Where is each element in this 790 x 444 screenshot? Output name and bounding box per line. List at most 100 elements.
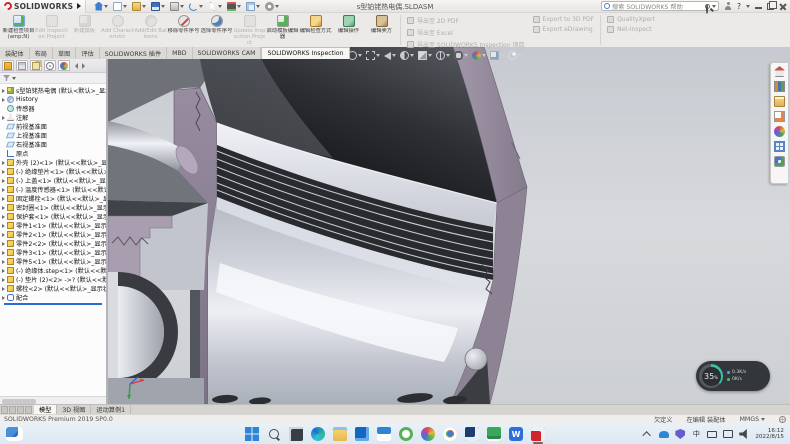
dropdown-arrow-icon[interactable] <box>446 54 450 57</box>
ribbon-button[interactable]: 编辑检查方式 <box>299 13 332 47</box>
new-document-icon[interactable] <box>113 2 122 11</box>
monitor-icon[interactable] <box>723 430 733 438</box>
search-box[interactable]: 搜索 SOLIDWORKS 帮助 <box>601 1 719 11</box>
search-scope-icon[interactable] <box>604 3 610 9</box>
dropdown-arrow-icon[interactable] <box>123 5 127 8</box>
selection-filter-icon[interactable] <box>227 2 236 11</box>
displaymanager-tab[interactable] <box>58 60 70 71</box>
notes-app-icon[interactable] <box>487 427 501 441</box>
document-tab[interactable]: 运动算例1 <box>91 405 131 414</box>
dropdown-arrow-icon[interactable] <box>256 5 260 8</box>
solidworks-forum-icon[interactable] <box>774 156 785 167</box>
dropdown-arrow-icon[interactable] <box>180 5 184 8</box>
ribbon-tab[interactable]: MBD <box>167 47 192 59</box>
export-button[interactable]: Export eDrawing <box>533 26 595 33</box>
custom-properties-icon[interactable] <box>774 141 785 152</box>
tree-item[interactable]: 螺栓<2> (默认<<默认>_显示状态 <box>2 284 106 293</box>
ribbon-button[interactable]: Update Inspection Project <box>233 13 266 47</box>
tree-item[interactable]: 保护套<1> (默认<<默认>_显示状 <box>2 212 106 221</box>
home-icon[interactable] <box>94 2 103 11</box>
tree-item[interactable]: 配合 <box>2 293 106 302</box>
apply-scene-icon[interactable] <box>490 51 499 60</box>
dropdown-arrow-icon[interactable] <box>410 54 414 57</box>
performance-widget[interactable]: 35% 0.3K/s 0K/s <box>696 361 770 391</box>
quality-button[interactable]: QualityXpert <box>607 16 655 23</box>
ribbon-button[interactable]: 启动模板编辑器 <box>266 13 299 47</box>
tab-scroll-right-icon[interactable] <box>82 63 85 69</box>
tree-item[interactable]: 零件1<1> (默认<<默认>_显示状态 <box>2 221 106 230</box>
search-input[interactable]: 搜索 SOLIDWORKS 帮助 <box>612 2 703 11</box>
tab-nav-prev-icon[interactable] <box>9 406 16 414</box>
store-icon[interactable] <box>377 427 391 441</box>
ime-icon[interactable]: 中 <box>691 429 701 439</box>
dropdown-arrow-icon[interactable] <box>104 5 108 8</box>
search-icon[interactable] <box>705 4 710 9</box>
tree-item[interactable]: 前视基准面 <box>2 122 106 131</box>
tree-item[interactable]: 密封圈<1> (默认<<默认>_显示状 <box>2 203 106 212</box>
file-explorer-tp-icon[interactable] <box>774 96 785 107</box>
ribbon-button[interactable]: Edit Inspection Project <box>35 13 68 47</box>
fastener-head[interactable] <box>465 348 487 370</box>
export-button[interactable]: Export to 3D PDF <box>533 16 595 23</box>
ribbon-button[interactable]: 新建检查项目 (amp;N) <box>2 13 35 47</box>
menu-expand-arrow-icon[interactable] <box>77 3 81 9</box>
design-library-icon[interactable] <box>774 81 785 92</box>
ribbon-tab[interactable]: SOLIDWORKS CAM <box>193 47 262 59</box>
solidworks-app-icon[interactable] <box>531 427 545 441</box>
tray-chevron-icon[interactable] <box>643 429 653 439</box>
dropdown-arrow-icon[interactable] <box>464 54 468 57</box>
tree-item[interactable]: 零件2<1> (默认<<默认>_显示状态 <box>2 230 106 239</box>
tree-item[interactable]: (-) 温度传感器<1> (默认<<默认>_ <box>2 185 106 194</box>
export-button[interactable]: 导出至 SOLIDWORKS Inspection 项目 <box>407 40 525 49</box>
dropdown-arrow-icon[interactable] <box>500 54 504 57</box>
print-icon[interactable] <box>170 2 179 11</box>
widgets-icon[interactable] <box>6 427 23 441</box>
dimxpert-tab[interactable] <box>44 60 56 71</box>
ribbon-tab[interactable]: SOLIDWORKS 插件 <box>100 47 167 59</box>
ribbon-tab[interactable]: 评估 <box>76 47 99 59</box>
security-icon[interactable] <box>675 429 685 439</box>
tab-nav-last-icon[interactable] <box>25 406 32 414</box>
units-dropdown-icon[interactable] <box>761 418 765 421</box>
file-explorer-icon[interactable] <box>333 427 347 441</box>
quality-button[interactable]: Net-Inspect <box>607 26 655 33</box>
tree-item[interactable]: 零件3<1> (默认<<默认>_显示状态 <box>2 248 106 257</box>
filter-dropdown-icon[interactable] <box>12 77 16 80</box>
options-icon[interactable] <box>265 2 274 11</box>
document-tab[interactable]: 3D 视图 <box>57 405 91 414</box>
tree-item[interactable]: 上视基准面 <box>2 131 106 140</box>
search-dropdown-icon[interactable] <box>712 5 716 8</box>
ribbon-button[interactable]: 编辑操作 <box>332 13 365 47</box>
onedrive-icon[interactable] <box>659 431 669 438</box>
export-button[interactable]: 导出至 Excel <box>407 28 525 37</box>
appearances-scenes-icon[interactable] <box>774 126 785 137</box>
tab-nav-first-icon[interactable] <box>1 406 8 414</box>
tree-item[interactable]: (-) 绝缘垫片<1> (默认<<默认>_显 <box>2 167 106 176</box>
help-button[interactable]: ? <box>737 2 741 11</box>
tree-horizontal-scrollbar[interactable] <box>0 396 106 404</box>
tree-item[interactable]: 零件5<1> (默认<<默认>_显示状态 <box>2 257 106 266</box>
save-icon[interactable] <box>151 2 160 11</box>
search-icon[interactable] <box>267 427 281 441</box>
ribbon-button[interactable]: 编辑卖方 <box>365 13 398 47</box>
dropdown-arrow-icon[interactable] <box>428 54 432 57</box>
start-icon[interactable] <box>245 427 259 441</box>
solidworks-menu[interactable]: SOLIDWORKS <box>0 0 86 13</box>
help-dropdown-icon[interactable] <box>746 5 750 8</box>
view-palette-icon[interactable] <box>774 111 785 122</box>
login-icon[interactable] <box>724 2 732 10</box>
minimize-button[interactable] <box>755 3 762 10</box>
zoom-area-icon[interactable] <box>366 51 375 60</box>
rollback-bar[interactable] <box>4 303 102 305</box>
tree-item[interactable]: History <box>2 95 106 104</box>
dropdown-arrow-icon[interactable] <box>358 54 362 57</box>
tree-item[interactable]: 注解 <box>2 113 106 122</box>
chrome-icon[interactable] <box>443 427 457 441</box>
dropdown-arrow-icon[interactable] <box>392 54 396 57</box>
document-tab[interactable]: 模型 <box>34 405 57 414</box>
export-button[interactable]: 导出至 2D PDF <box>407 16 525 25</box>
ribbon-tab[interactable]: 布局 <box>30 47 53 59</box>
dropdown-arrow-icon[interactable] <box>482 54 486 57</box>
model-3d-view[interactable] <box>108 47 790 404</box>
propertymanager-tab[interactable] <box>16 60 28 71</box>
